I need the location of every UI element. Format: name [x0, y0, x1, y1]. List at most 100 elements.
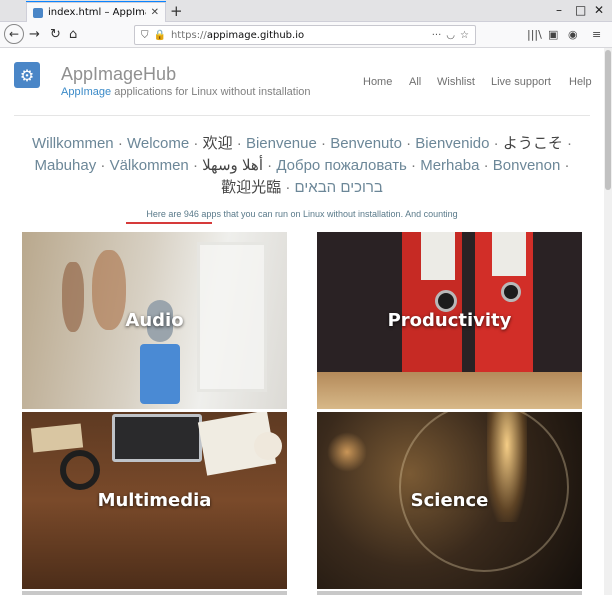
nav-home[interactable]: Home: [363, 76, 392, 88]
category-label: Audio: [125, 310, 184, 331]
separator: ·: [100, 157, 106, 174]
url-host: appimage.github.io: [206, 29, 305, 41]
header-divider: [14, 115, 590, 116]
separator: ·: [285, 179, 291, 196]
url-text[interactable]: https://appimage.github.io: [171, 30, 427, 41]
welcome-word: Bienvenido: [415, 135, 490, 152]
desk-shape: [317, 372, 582, 409]
headphones-shape: [60, 450, 100, 490]
separator: ·: [493, 135, 499, 152]
separator: ·: [236, 135, 242, 152]
tab-bar: index.html – AppImageHub ✕ + – □ ✕: [0, 0, 612, 22]
cup-shape: [254, 432, 282, 460]
app-count: 946 apps: [183, 209, 221, 219]
category-card-productivity[interactable]: Productivity: [317, 232, 582, 409]
new-tab-button[interactable]: +: [170, 2, 183, 20]
welcome-line-1: Willkommen · Welcome · 欢迎 · Bienvenue · …: [10, 133, 594, 155]
binder-ring-shape: [501, 282, 521, 302]
separator: ·: [567, 135, 573, 152]
binder-label-shape: [492, 232, 526, 276]
separator: ·: [117, 135, 123, 152]
close-window-button[interactable]: ✕: [594, 3, 604, 17]
separator: ·: [483, 157, 489, 174]
count-prefix: Here are: [146, 209, 184, 219]
lock-icon[interactable]: 🔒: [154, 30, 166, 41]
subtitle-brand-link[interactable]: AppImage: [61, 86, 111, 98]
library-icon[interactable]: |||\: [527, 28, 542, 41]
bokeh-light-shape: [327, 432, 367, 472]
welcome-line-3: 歡迎光臨 · ברוכים הבאים: [10, 177, 594, 199]
separator: ·: [267, 157, 273, 174]
separator: ·: [321, 135, 327, 152]
account-icon[interactable]: ◉: [568, 28, 578, 41]
url-scheme: https://: [170, 29, 207, 41]
category-card-science[interactable]: Science: [317, 412, 582, 589]
maximize-button[interactable]: □: [575, 3, 586, 17]
welcome-word: Mabuhay: [34, 157, 97, 174]
appimage-logo-icon[interactable]: ⚙: [14, 62, 40, 88]
url-bar[interactable]: ⛉ 🔒 https://appimage.github.io ··· ◡ ☆: [134, 25, 476, 45]
guitar-shape: [92, 250, 126, 330]
separator: ·: [564, 157, 570, 174]
letter-blocks-shape: [30, 423, 84, 453]
separator: ·: [193, 135, 199, 152]
site-title[interactable]: AppImageHub: [61, 64, 176, 85]
welcome-word: ようこそ: [502, 135, 563, 152]
nav-wishlist[interactable]: Wishlist: [437, 76, 475, 88]
welcome-word: 歡迎光臨: [221, 179, 282, 196]
category-label: Productivity: [387, 310, 512, 331]
pocket-icon[interactable]: ◡: [446, 30, 455, 41]
page-content: ⚙ AppImageHub AppImage applications for …: [0, 48, 604, 595]
appimage-favicon-icon: [33, 7, 43, 18]
back-icon[interactable]: ←: [4, 24, 24, 44]
welcome-word: Welcome: [126, 135, 190, 152]
menu-icon[interactable]: ≡: [592, 28, 601, 41]
category-card-audio[interactable]: Audio: [22, 232, 287, 409]
welcome-word: Bienvenue: [245, 135, 317, 152]
window-shape: [197, 242, 267, 392]
sidebar-icon[interactable]: ▣: [548, 28, 558, 41]
welcome-greetings: Willkommen · Welcome · 欢迎 · Bienvenue · …: [10, 133, 594, 199]
bookmark-star-icon[interactable]: ☆: [460, 30, 469, 41]
welcome-line-2: Mabuhay · Välkommen · أهلا وسهلا · Добро…: [10, 155, 594, 177]
welcome-word: Merhaba: [420, 157, 480, 174]
welcome-word: Bonvenon: [492, 157, 561, 174]
separator: ·: [406, 135, 412, 152]
category-label: Science: [410, 490, 489, 511]
scrollbar-thumb[interactable]: [605, 50, 611, 190]
page-actions-icon[interactable]: ···: [432, 30, 442, 41]
site-subtitle: AppImage applications for Linux without …: [61, 86, 311, 98]
binder-label-shape: [421, 232, 455, 280]
count-suffix: that you can run on Linux without instal…: [220, 209, 458, 219]
binder-ring-shape: [435, 290, 457, 312]
tab-title: index.html – AppImageHub: [48, 7, 146, 18]
category-card-multimedia[interactable]: Multimedia: [22, 412, 287, 589]
nav-help[interactable]: Help: [569, 76, 592, 88]
nav-live-support[interactable]: Live support: [491, 76, 551, 88]
nav-all[interactable]: All: [409, 76, 421, 88]
minimize-button[interactable]: –: [556, 3, 562, 17]
home-icon[interactable]: ⌂: [69, 26, 77, 44]
separator: ·: [192, 157, 198, 174]
separator: ·: [411, 157, 417, 174]
welcome-word: Добро пожаловать: [276, 157, 407, 174]
welcome-word: Willkommen: [31, 135, 114, 152]
forward-icon[interactable]: →: [29, 26, 40, 44]
app-count-text: Here are 946 apps that you can run on Li…: [0, 209, 604, 219]
next-card-edge: [317, 591, 582, 595]
app-count-underline: [126, 222, 212, 224]
reload-icon[interactable]: ↻: [50, 26, 61, 44]
welcome-word: 欢迎: [202, 135, 233, 152]
nav-toolbar: ← → ↻ ⌂ ⛉ 🔒 https://appimage.github.io ·…: [0, 22, 612, 48]
laptop-shape: [112, 414, 202, 462]
filament-glow-shape: [487, 412, 527, 522]
tab-close-icon[interactable]: ✕: [151, 7, 159, 18]
microphone-body-shape: [140, 344, 180, 404]
tab-active[interactable]: index.html – AppImageHub ✕: [26, 2, 166, 22]
shield-icon[interactable]: ⛉: [141, 30, 149, 41]
category-label: Multimedia: [97, 490, 212, 511]
welcome-word: أهلا وسهلا: [202, 157, 263, 174]
page-scrollbar[interactable]: [604, 48, 612, 595]
welcome-word: ברוכים הבאים: [294, 179, 383, 196]
welcome-word: Benvenuto: [330, 135, 402, 152]
